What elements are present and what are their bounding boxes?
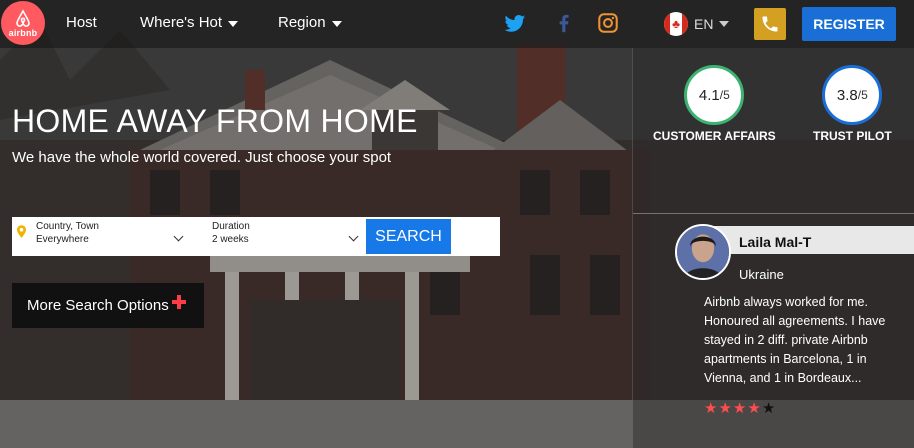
top-navigation-bar: airbnb Host Where's Hot Region ♣ EN REGI… [0, 0, 914, 48]
logo-text: airbnb [8, 27, 38, 38]
phone-button[interactable] [754, 8, 786, 40]
search-bar: Country, Town Everywhere Duration 2 week… [12, 217, 500, 256]
facebook-icon[interactable] [553, 12, 575, 34]
search-button[interactable]: SEARCH [366, 219, 451, 254]
panel-divider [633, 213, 914, 214]
nav-host[interactable]: Host [66, 14, 97, 31]
rating-circle: 3.8/5 [822, 65, 883, 125]
rating-value: 3.8 [836, 86, 858, 104]
location-label: Country, Town [36, 221, 99, 232]
rating-max: /5 [857, 88, 868, 102]
location-pin-icon [17, 225, 26, 238]
rating-trust-pilot: 3.8/5 TRUST PILOT [813, 65, 892, 143]
hero-title: HOME AWAY FROM HOME [12, 103, 418, 139]
reviewer-avatar [675, 224, 731, 280]
star-icon: ★ [704, 400, 718, 417]
nav-region-label: Region [278, 14, 326, 31]
trust-panel: 4.1/5 CUSTOMER AFFAIRS 3.8/5 TRUST PILOT… [632, 48, 914, 448]
location-select[interactable]: Country, Town Everywhere [36, 220, 186, 252]
star-icon: ★ [718, 400, 732, 417]
nav-wheres-hot-label: Where's Hot [140, 14, 223, 31]
airbnb-logo-icon [16, 8, 30, 27]
nav-wheres-hot[interactable]: Where's Hot [140, 14, 239, 31]
rating-value: 4.1 [698, 86, 720, 104]
star-icon: ★ [732, 400, 747, 417]
twitter-icon[interactable] [504, 12, 526, 34]
language-selector[interactable]: ♣ EN [664, 12, 730, 36]
rating-circle: 4.1/5 [684, 65, 745, 125]
chevron-down-icon [331, 20, 342, 27]
hero-subtitle: We have the whole world covered. Just ch… [12, 149, 392, 166]
airbnb-logo[interactable]: airbnb [1, 1, 45, 45]
duration-value: 2 weeks [212, 234, 249, 245]
phone-icon [762, 16, 778, 32]
reviewer-name: Laila Mal-T [703, 226, 914, 254]
canada-flag-icon: ♣ [664, 12, 688, 36]
register-button[interactable]: REGISTER [802, 7, 896, 41]
review-stars: ★ ★ ★ ★ ★ [704, 399, 775, 417]
avatar-image [677, 226, 729, 278]
chevron-down-icon [228, 20, 239, 27]
review-text: Airbnb always worked for me. Honoured al… [704, 295, 886, 385]
plus-icon [172, 295, 186, 309]
nav-host-label: Host [66, 14, 97, 31]
duration-select[interactable]: Duration 2 weeks [212, 220, 362, 252]
language-code: EN [694, 16, 714, 32]
star-icon: ★ [761, 400, 776, 417]
chevron-down-icon [719, 21, 730, 27]
instagram-icon[interactable] [597, 12, 619, 34]
duration-label: Duration [212, 221, 250, 232]
reviewer-country: Ukraine [739, 267, 784, 282]
rating-customer-affairs: 4.1/5 CUSTOMER AFFAIRS [653, 65, 776, 143]
star-icon: ★ [747, 400, 761, 417]
more-search-options-button[interactable]: More Search Options [12, 283, 204, 328]
rating-label: CUSTOMER AFFAIRS [653, 129, 776, 143]
location-value: Everywhere [36, 234, 89, 245]
more-search-options-label: More Search Options [27, 297, 169, 314]
rating-label: TRUST PILOT [813, 129, 892, 143]
rating-max: /5 [719, 88, 730, 102]
nav-region[interactable]: Region [278, 14, 342, 31]
